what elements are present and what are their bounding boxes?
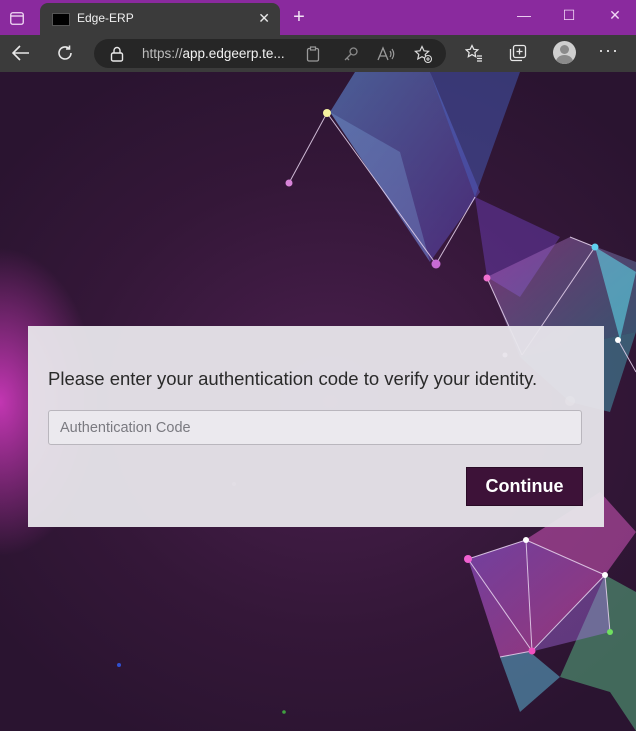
continue-button[interactable]: Continue — [466, 467, 583, 506]
back-button[interactable] — [8, 41, 34, 65]
minimize-button[interactable]: — — [506, 4, 542, 26]
collections-icon — [509, 44, 527, 62]
read-aloud-icon[interactable] — [377, 45, 395, 63]
clipboard-icon[interactable] — [304, 45, 322, 63]
verification-card: Please enter your authentication code to… — [28, 326, 604, 527]
lock-icon[interactable] — [110, 46, 124, 67]
collections-button[interactable] — [507, 42, 529, 64]
address-bar[interactable]: https://app.edgeerp.te... — [94, 39, 446, 68]
password-key-icon[interactable] — [342, 45, 360, 63]
profile-avatar[interactable] — [553, 41, 576, 64]
favorites-button[interactable] — [463, 42, 485, 64]
authentication-code-input[interactable] — [48, 410, 582, 445]
avatar-head-icon — [560, 45, 569, 54]
back-arrow-icon — [12, 45, 29, 61]
favorites-icon — [465, 44, 482, 62]
refresh-button[interactable] — [52, 41, 78, 65]
settings-menu-button[interactable]: ··· — [598, 40, 619, 61]
browser-tab[interactable]: Edge-ERP ✕ — [40, 3, 280, 35]
tab-strip: Edge-ERP ✕ + — ☐ ✕ — [0, 0, 636, 35]
site-favicon-icon — [52, 13, 70, 26]
add-favorite-icon[interactable] — [414, 45, 432, 63]
window-close-button[interactable]: ✕ — [597, 4, 633, 26]
maximize-button[interactable]: ☐ — [551, 4, 587, 26]
browser-toolbar: https://app.edgeerp.te... — [0, 35, 636, 72]
tab-actions-icon[interactable] — [6, 8, 28, 28]
new-tab-button[interactable]: + — [288, 6, 310, 28]
url-text: https://app.edgeerp.te... — [142, 46, 285, 61]
tab-close-icon[interactable]: ✕ — [258, 10, 270, 26]
tab-title: Edge-ERP — [77, 11, 134, 25]
verification-prompt: Please enter your authentication code to… — [48, 368, 538, 389]
avatar-body-icon — [556, 55, 573, 64]
page-viewport: Please enter your authentication code to… — [0, 72, 636, 731]
refresh-icon — [58, 45, 72, 60]
